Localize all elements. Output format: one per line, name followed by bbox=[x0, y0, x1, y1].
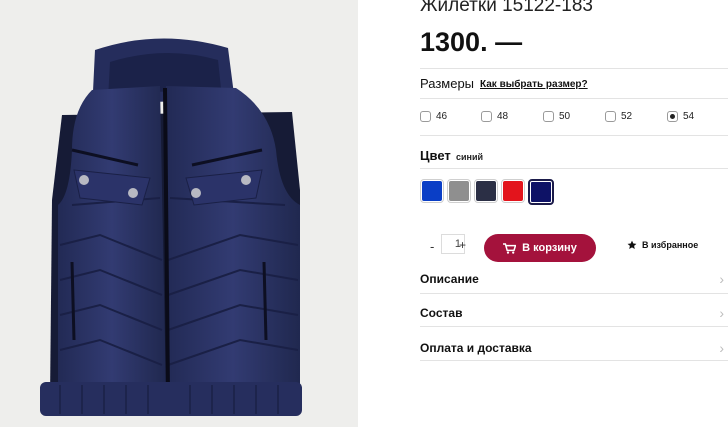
divider bbox=[420, 168, 728, 169]
divider bbox=[420, 98, 728, 99]
accordion-label: Описание bbox=[420, 272, 479, 286]
size-option-50[interactable]: 50 bbox=[543, 111, 570, 122]
accordion-composition[interactable]: Состав › bbox=[420, 303, 728, 323]
size-label: 50 bbox=[559, 111, 571, 122]
divider bbox=[420, 293, 728, 294]
accordion-description[interactable]: Описание › bbox=[420, 269, 728, 289]
quantity-decrease-button[interactable]: - bbox=[430, 239, 434, 254]
size-radio[interactable] bbox=[481, 111, 492, 122]
size-radio[interactable] bbox=[543, 111, 554, 122]
size-guide-link[interactable]: Как выбрать размер? bbox=[480, 79, 588, 90]
divider bbox=[420, 326, 728, 327]
color-swatch-dark-navy[interactable] bbox=[474, 179, 498, 203]
star-icon bbox=[627, 240, 637, 249]
size-label: 54 bbox=[683, 111, 695, 122]
size-radio[interactable] bbox=[605, 111, 616, 122]
add-to-favorites-button[interactable]: В избранное bbox=[627, 240, 698, 250]
color-swatches bbox=[420, 179, 554, 205]
product-price: 1300. — bbox=[420, 27, 523, 57]
selected-color-name: синий bbox=[456, 152, 484, 162]
product-title: Жилетки 15122-183 bbox=[420, 0, 593, 16]
chevron-right-icon: › bbox=[719, 305, 724, 321]
sizes-label: Размеры bbox=[420, 76, 475, 91]
divider bbox=[420, 68, 728, 69]
cart-icon bbox=[503, 242, 517, 254]
accordion-label: Состав bbox=[420, 306, 463, 320]
color-swatch-gray[interactable] bbox=[447, 179, 471, 203]
accordion-payment-delivery[interactable]: Оплата и доставка › bbox=[420, 338, 728, 358]
size-radio-selected[interactable] bbox=[667, 111, 678, 122]
color-swatch-red[interactable] bbox=[501, 179, 525, 203]
size-label: 48 bbox=[497, 111, 509, 122]
chevron-right-icon: › bbox=[719, 340, 724, 356]
add-to-cart-label: В корзину bbox=[522, 242, 577, 254]
size-option-48[interactable]: 48 bbox=[481, 111, 508, 122]
accordion-label: Оплата и доставка bbox=[420, 341, 532, 355]
favorites-label: В избранное bbox=[642, 240, 699, 250]
size-label: 52 bbox=[621, 111, 633, 122]
size-option-52[interactable]: 52 bbox=[605, 111, 632, 122]
size-label: 46 bbox=[436, 111, 448, 122]
product-photo bbox=[0, 0, 358, 427]
size-option-54[interactable]: 54 bbox=[667, 111, 694, 122]
color-swatch-blue[interactable] bbox=[420, 179, 444, 203]
divider bbox=[420, 135, 728, 136]
product-info: Жилетки 15122-183 1300. — Размеры Как вы… bbox=[420, 0, 728, 427]
add-to-cart-button[interactable]: В корзину bbox=[484, 234, 596, 262]
color-swatch-navy[interactable] bbox=[528, 179, 554, 205]
divider bbox=[420, 360, 728, 361]
chevron-right-icon: › bbox=[719, 271, 724, 287]
size-radio[interactable] bbox=[420, 111, 431, 122]
quantity-increase-button[interactable]: + bbox=[459, 238, 466, 252]
size-option-46[interactable]: 46 bbox=[420, 111, 447, 122]
color-label: Цвет bbox=[420, 148, 451, 163]
vest-image bbox=[40, 38, 302, 416]
